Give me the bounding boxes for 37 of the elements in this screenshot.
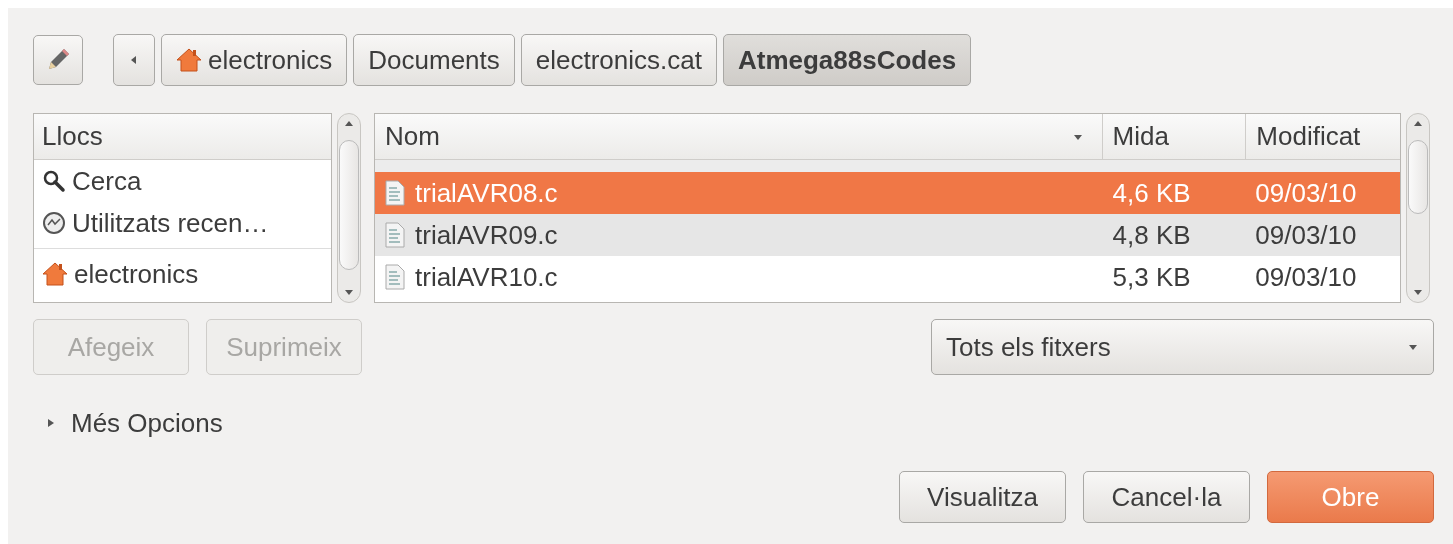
file-row[interactable]: trialAVR09.c 4,8 KB 09/03/10 bbox=[375, 214, 1400, 256]
place-item[interactable]: Utilitzats recen… bbox=[34, 202, 331, 244]
dialog-button[interactable]: Visualitza bbox=[899, 471, 1066, 523]
file-size: 5,3 KB bbox=[1111, 261, 1192, 293]
file-size: 4,8 KB bbox=[1111, 219, 1192, 251]
expander[interactable]: Més Opcions bbox=[33, 409, 1434, 437]
file-icon bbox=[385, 180, 405, 206]
place-item[interactable]: electronics bbox=[34, 253, 331, 295]
column-header: Llocs bbox=[42, 120, 103, 153]
file-date: 09/03/10 bbox=[1254, 177, 1358, 209]
column-header[interactable]: Modificat bbox=[1245, 114, 1400, 159]
home-icon bbox=[42, 261, 68, 287]
scrollbar[interactable] bbox=[337, 113, 361, 303]
path-button[interactable]: electronics.cat bbox=[520, 34, 717, 86]
home-icon bbox=[176, 47, 202, 73]
edit-button[interactable] bbox=[33, 35, 83, 85]
column-header[interactable]: Nom bbox=[375, 114, 1102, 159]
file-name: trialAVR09.c bbox=[415, 219, 558, 251]
filter-dropdown[interactable]: Tots els fitxers bbox=[931, 319, 1434, 375]
path-button[interactable]: Documents bbox=[353, 34, 515, 86]
file-date: 09/03/10 bbox=[1254, 261, 1358, 293]
file-date: 09/03/10 bbox=[1254, 219, 1358, 251]
path-button[interactable]: Atmega88sCodes bbox=[722, 34, 972, 86]
back-button[interactable] bbox=[113, 34, 155, 86]
clock-icon bbox=[42, 211, 66, 235]
place-item[interactable]: Cerca bbox=[34, 160, 331, 202]
file-icon bbox=[385, 264, 405, 290]
scrollbar[interactable] bbox=[1406, 113, 1430, 303]
search-icon bbox=[42, 169, 66, 193]
file-size: 4,6 KB bbox=[1111, 177, 1192, 209]
column-header[interactable]: Mida bbox=[1101, 114, 1246, 159]
file-icon bbox=[385, 222, 405, 248]
file-name: trialAVR10.c bbox=[415, 261, 558, 293]
path-button[interactable]: electronics bbox=[161, 34, 348, 86]
dialog-button[interactable]: Cancel·la bbox=[1083, 471, 1250, 523]
file-row[interactable]: trialAVR10.c 5,3 KB 09/03/10 bbox=[375, 256, 1400, 298]
file-name: trialAVR08.c bbox=[415, 177, 558, 209]
